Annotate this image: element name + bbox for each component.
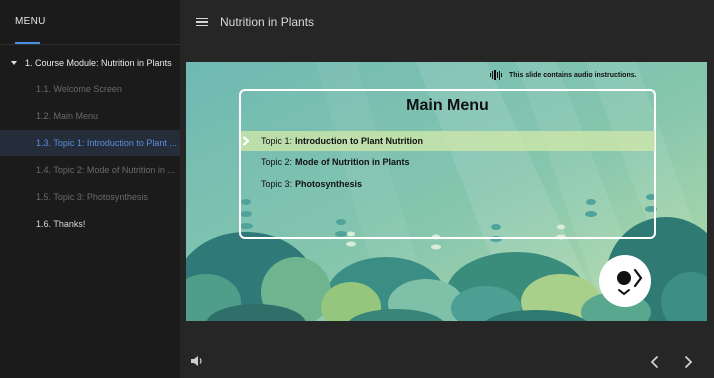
audio-note-text: This slide contains audio instructions. [509, 71, 637, 79]
topic-name: Introduction to Plant Nutrition [295, 136, 424, 146]
topic-prefix: Topic 1: [261, 136, 293, 146]
page-title: Nutrition in Plants [220, 15, 315, 29]
sidebar-item-topic-1[interactable]: 1.3. Topic 1: Introduction to Plant ... [0, 130, 180, 156]
topic-3-button[interactable]: Topic 3: Photosynthesis [241, 174, 655, 194]
character-next-button[interactable] [599, 255, 651, 307]
module-toggle[interactable]: 1. Course Module: Nutrition in Plants [0, 52, 180, 74]
chevron-left-icon[interactable] [648, 354, 662, 370]
character-next-icon [617, 268, 643, 296]
topic-prefix: Topic 2: [261, 157, 293, 167]
sidebar-title: MENU [15, 16, 46, 27]
sidebar: MENU 1. Course Module: Nutrition in Plan… [0, 0, 180, 378]
topic-name: Mode of Nutrition in Plants [295, 157, 410, 167]
audio-wave-icon [490, 70, 504, 80]
topic-name: Photosynthesis [295, 179, 363, 189]
divider [0, 44, 180, 45]
sidebar-item-main-menu[interactable]: 1.2. Main Menu [0, 103, 180, 129]
sidebar-item-thanks[interactable]: 1.6. Thanks! [0, 211, 180, 237]
top-bar: Nutrition in Plants [180, 0, 714, 44]
chevron-right-icon[interactable] [681, 354, 695, 370]
hamburger-icon[interactable] [196, 17, 208, 27]
audio-instructions-notice: This slide contains audio instructions. [490, 70, 637, 80]
sidebar-item-topic-3[interactable]: 1.5. Topic 3: Photosynthesis [0, 184, 180, 210]
slide-canvas: This slide contains audio instructions. … [186, 62, 707, 321]
caret-down-icon [11, 61, 17, 65]
main-menu-card: Main Menu Topic 1: Introduction to Plant… [239, 89, 656, 239]
topic-1-button[interactable]: Topic 1: Introduction to Plant Nutrition [241, 131, 655, 151]
topic-2-button[interactable]: Topic 2: Mode of Nutrition in Plants [241, 152, 655, 172]
menu-title: Main Menu [406, 97, 489, 114]
sidebar-header[interactable]: MENU [0, 0, 180, 44]
sidebar-item-welcome[interactable]: 1.1. Welcome Screen [0, 76, 180, 102]
chevron-right-icon [242, 136, 250, 146]
sidebar-item-topic-2[interactable]: 1.4. Topic 2: Mode of Nutrition in ... [0, 157, 180, 183]
module-label: 1. Course Module: Nutrition in Plants [25, 58, 172, 68]
topic-prefix: Topic 3: [261, 179, 293, 189]
speaker-icon[interactable] [190, 355, 204, 367]
